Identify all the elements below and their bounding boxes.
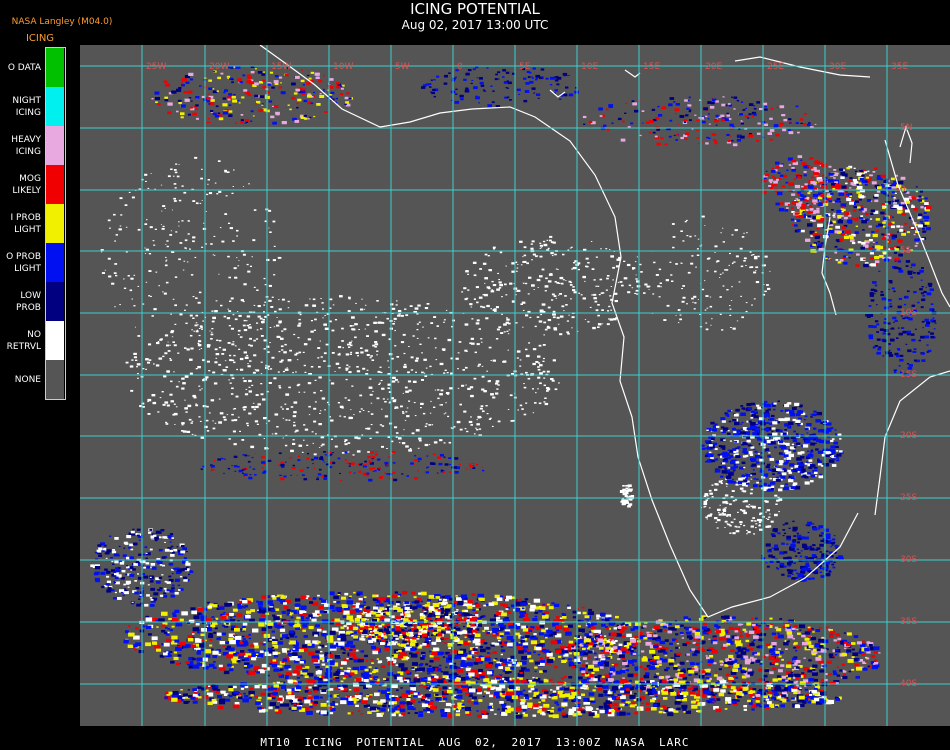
legend-swatch (46, 243, 64, 282)
legend-label-line: LIKELY (12, 185, 41, 196)
legend-label-line: I PROB (10, 212, 41, 223)
longitude-label: 25W (146, 62, 166, 72)
footer-caption: MT10 ICING POTENTIAL AUG 02, 2017 13:00Z… (260, 736, 690, 749)
legend-label-line: LIGHT (14, 224, 41, 235)
latitude-label: 15S (900, 370, 917, 380)
legend-label: LOW PROB (0, 282, 41, 321)
legend-swatch (46, 126, 64, 165)
legend-label-line: O PROB (6, 251, 41, 262)
legend-swatch (46, 282, 64, 321)
legend-swatch (46, 321, 64, 360)
legend-swatch (46, 87, 64, 126)
legend-swatch (46, 48, 64, 87)
legend-label-line: NIGHT (12, 95, 41, 106)
latitude-label: 0 (900, 185, 906, 195)
longitude-label: 10E (581, 62, 598, 72)
legend-label-line: MOG (19, 173, 41, 184)
longitude-label: 25E (767, 62, 784, 72)
longitude-label: 30E (829, 62, 846, 72)
latitude-label: 10S (900, 308, 917, 318)
legend-item: O DATA (0, 48, 66, 87)
longitude-label: 0 (457, 62, 463, 72)
legend-label: I PROB LIGHT (0, 204, 41, 243)
legend-label-line: LOW (20, 290, 41, 301)
longitude-label: 10W (333, 62, 353, 72)
legend-label-line: LIGHT (14, 263, 41, 274)
latitude-label: 30S (900, 555, 917, 565)
legend-swatch (46, 165, 64, 204)
legend-label-line: O DATA (7, 62, 41, 73)
map-timestamp: Aug 02, 2017 13:00 UTC (401, 18, 549, 32)
longitude-label: 20W (209, 62, 229, 72)
legend-item: I PROB LIGHT (0, 204, 66, 243)
legend-item: LOW PROB (0, 282, 66, 321)
legend-label-line: PROB (16, 302, 41, 313)
legend-swatch (46, 360, 64, 399)
legend-label-line: RETRVL (6, 341, 41, 352)
legend-label-line: ICING (15, 107, 41, 118)
longitude-label: 20E (705, 62, 722, 72)
latitude-label: 5N (900, 123, 912, 133)
longitude-label: 35E (891, 62, 908, 72)
latitude-label: 20S (900, 431, 917, 441)
legend-label-line: ICING (15, 146, 41, 157)
legend-item: O PROB LIGHT (0, 243, 66, 282)
latitude-label: 5S (900, 246, 912, 256)
legend-label: HEAVY ICING (0, 126, 41, 165)
legend-label: NONE (0, 360, 41, 399)
legend-label-line: NONE (14, 374, 41, 385)
legend-label-line: NO (27, 329, 41, 340)
legend-label: NO RETRVL (0, 321, 41, 360)
legend-item: NO RETRVL (0, 321, 66, 360)
legend-item: NIGHT ICING (0, 87, 66, 126)
legend-swatch (46, 204, 64, 243)
legend-label-line: HEAVY (11, 134, 41, 145)
legend-item: MOG LIKELY (0, 165, 66, 204)
legend-label: MOG LIKELY (0, 165, 41, 204)
legend-label: O PROB LIGHT (0, 243, 41, 282)
latitude-label: 40S (900, 679, 917, 689)
longitude-label: 5E (519, 62, 531, 72)
longitude-label: 15W (271, 62, 291, 72)
map-title: ICING POTENTIAL (410, 0, 540, 18)
latitude-label: 35S (900, 617, 917, 627)
legend-title: ICING (25, 33, 55, 44)
latitude-label: 25S (900, 493, 917, 503)
legend-label: O DATA (0, 48, 41, 87)
icing-legend: O DATA NIGHT ICING HEAVY ICING MOG LIKELY I PRO… (0, 48, 66, 399)
icing-potential-map: 25W 20W 15W 10W 5W 0 5E 10E 15E 20E 25E 30E 35E 5N 0 5… (80, 45, 950, 726)
legend-item: NONE (0, 360, 66, 399)
legend-item: HEAVY ICING (0, 126, 66, 165)
longitude-label: 5W (395, 62, 410, 72)
legend-label: NIGHT ICING (0, 87, 41, 126)
longitude-label: 15E (643, 62, 660, 72)
